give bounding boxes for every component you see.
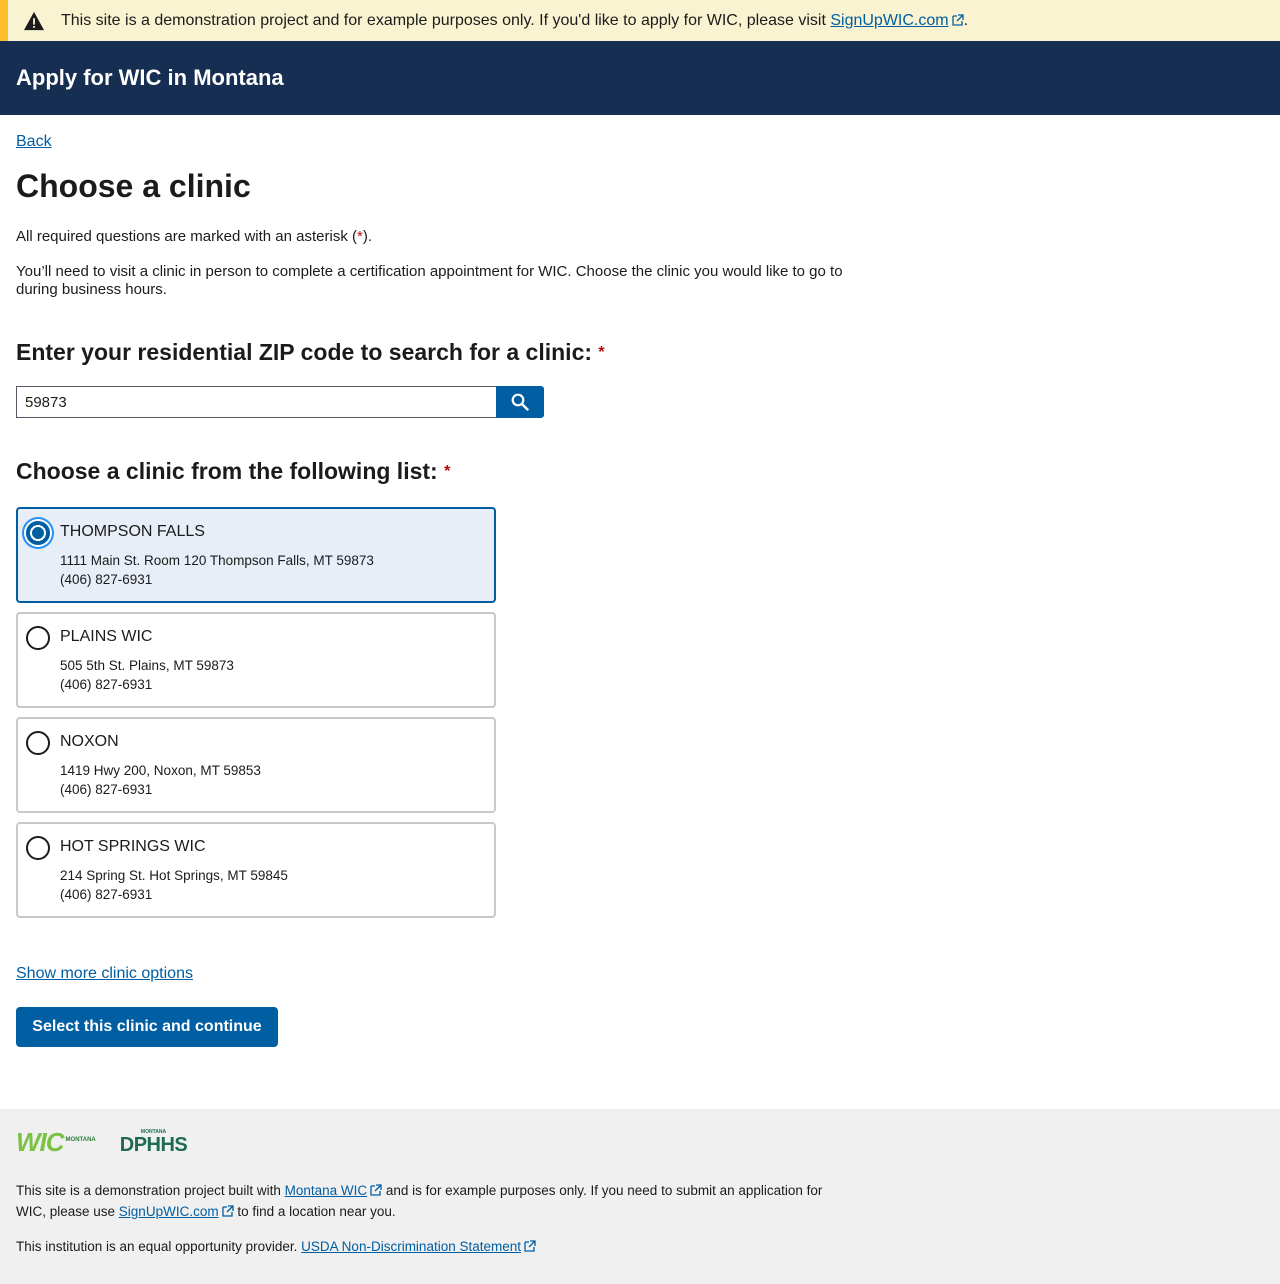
demo-alert-banner: This site is a demonstration project and… [0, 0, 1280, 41]
main-content: Back Choose a clinic All required questi… [0, 115, 1280, 1048]
alert-message: This site is a demonstration project and… [61, 11, 831, 29]
intro-text: You’ll need to visit a clinic in person … [16, 263, 843, 299]
clinic-list-label: Choose a clinic from the following list:… [16, 458, 1264, 485]
required-note-text: All required questions are marked with a… [16, 228, 357, 246]
wic-logo-mark: WIC [16, 1127, 65, 1157]
required-note: All required questions are marked with a… [16, 228, 846, 246]
search-icon [511, 393, 529, 411]
equal-opportunity-statement: This institution is an equal opportunity… [16, 1236, 836, 1257]
search-button[interactable] [496, 386, 544, 419]
clinic-name: THOMPSON FALLS [60, 523, 205, 541]
signupwic-link[interactable]: SignUpWIC.com [830, 11, 964, 29]
clinic-phone: (406) 827-6931 [60, 782, 153, 798]
clinic-option-thompson-falls[interactable]: THOMPSON FALLS 1111 Main St. Room 120 Th… [16, 507, 496, 604]
alert-period: . [963, 11, 969, 29]
external-link-icon [221, 1205, 234, 1217]
clinic-list-label-text: Choose a clinic from the following list: [16, 458, 438, 485]
radio-button[interactable] [26, 836, 50, 861]
clinic-name: HOT SPRINGS WIC [60, 838, 206, 856]
clinic-address: 214 Spring St. Hot Springs, MT 59845 [60, 868, 288, 884]
zip-input[interactable] [16, 386, 497, 419]
clinic-phone: (406) 827-6931 [60, 677, 153, 693]
radio-button[interactable] [26, 731, 50, 756]
clinic-phone: (406) 827-6931 [60, 887, 153, 903]
clinic-address: 1419 Hwy 200, Noxon, MT 59853 [60, 763, 261, 779]
dphhs-logo: MONTANA DPHHS [120, 1129, 188, 1155]
zip-required-asterisk: * [598, 344, 605, 362]
dphhs-logo-mark: DPHHS [119, 1134, 188, 1156]
zip-search-form [16, 386, 544, 419]
clinic-phone: (406) 827-6931 [60, 572, 153, 588]
footer-text: This institution is an equal opportunity… [16, 1239, 302, 1254]
signupwic-link-text: SignUpWIC.com [830, 11, 949, 29]
footer-signupwic-link[interactable]: SignUpWIC.com [119, 1204, 234, 1219]
usda-statement-link-text: USDA Non-Discrimination Statement [301, 1239, 522, 1254]
external-link-icon [951, 13, 964, 26]
site-footer: WIC MONTANA MONTANA DPHHS This site is a… [0, 1109, 1280, 1284]
continue-button[interactable]: Select this clinic and continue [16, 1007, 278, 1048]
radio-button[interactable] [26, 521, 50, 546]
footer-disclaimer: This site is a demonstration project bui… [16, 1180, 836, 1222]
alert-text: This site is a demonstration project and… [61, 12, 968, 30]
clinic-option-hot-springs-wic[interactable]: HOT SPRINGS WIC 214 Spring St. Hot Sprin… [16, 822, 496, 919]
montana-wic-link-text: Montana WIC [284, 1183, 368, 1198]
wic-logo-sub: MONTANA [65, 1137, 96, 1143]
page-title: Choose a clinic [16, 168, 251, 204]
footer-text: to find a location near you. [233, 1204, 396, 1219]
wic-montana-logo: WIC MONTANA [16, 1129, 96, 1155]
external-link-icon [370, 1184, 382, 1196]
zip-label: Enter your residential ZIP code to searc… [16, 339, 1264, 366]
external-link-icon [524, 1240, 536, 1252]
zip-label-text: Enter your residential ZIP code to searc… [16, 339, 593, 366]
show-more-clinics-link[interactable]: Show more clinic options [16, 965, 193, 983]
required-note-end: ). [362, 228, 373, 246]
clinic-address: 505 5th St. Plains, MT 59873 [60, 658, 234, 674]
warning-icon [24, 11, 44, 30]
usda-statement-link[interactable]: USDA Non-Discrimination Statement [301, 1239, 536, 1254]
montana-wic-link[interactable]: Montana WIC [285, 1183, 383, 1198]
clinic-address: 1111 Main St. Room 120 Thompson Falls, M… [60, 553, 374, 569]
clinic-required-asterisk: * [444, 463, 451, 481]
app-title: Apply for WIC in Montana [16, 65, 284, 90]
radio-button[interactable] [26, 626, 50, 651]
clinic-option-plains-wic[interactable]: PLAINS WIC 505 5th St. Plains, MT 59873 … [16, 612, 496, 709]
site-header: Apply for WIC in Montana [0, 41, 1280, 115]
clinic-option-noxon[interactable]: NOXON 1419 Hwy 200, Noxon, MT 59853 (406… [16, 717, 496, 814]
footer-logos: WIC MONTANA MONTANA DPHHS [16, 1125, 1264, 1159]
clinic-name: PLAINS WIC [60, 628, 153, 646]
footer-text: This site is a demonstration project bui… [16, 1183, 285, 1198]
clinic-radio-group: THOMPSON FALLS 1111 Main St. Room 120 Th… [16, 507, 1264, 919]
back-link[interactable]: Back [16, 133, 52, 151]
clinic-name: NOXON [60, 733, 119, 751]
footer-signupwic-link-text: SignUpWIC.com [118, 1204, 219, 1219]
